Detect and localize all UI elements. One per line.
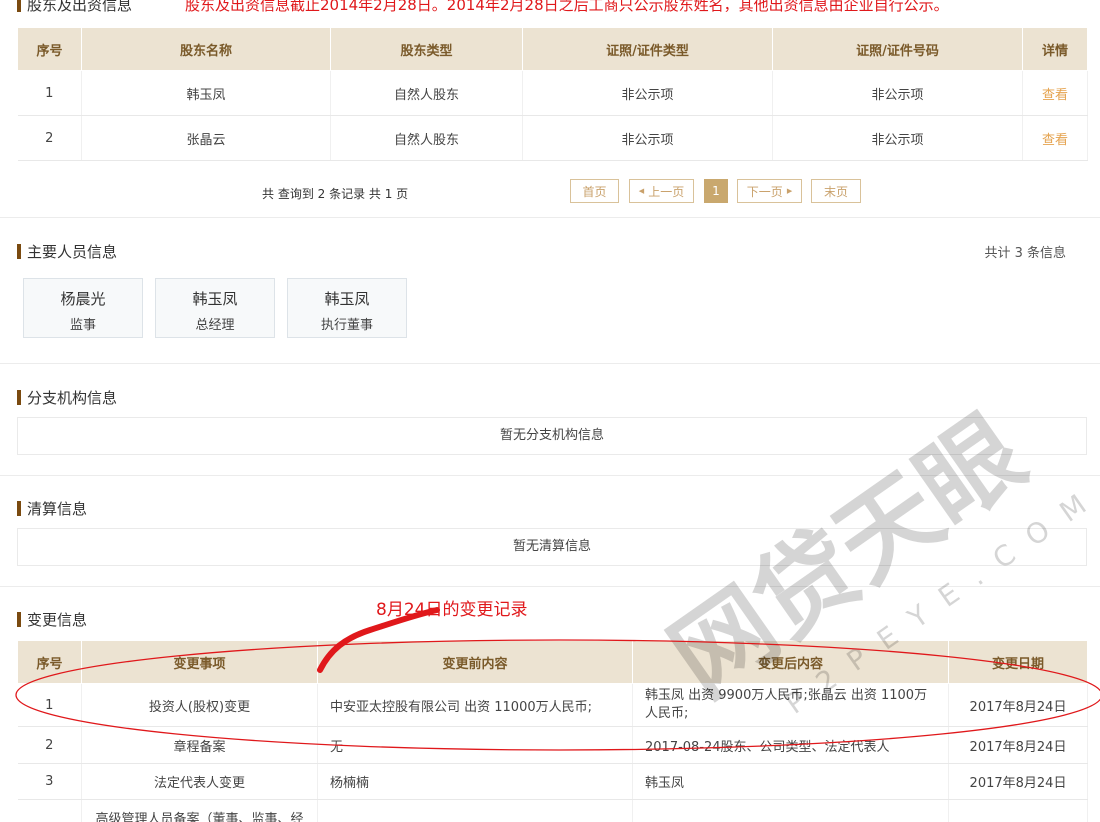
annotation-label: 8月24日的变更记录: [376, 600, 528, 620]
page-1-button[interactable]: 1: [704, 179, 728, 203]
cell-item: 章程备案: [81, 726, 318, 764]
table-header-row: 序号 变更事项 变更前内容 变更后内容 变更日期: [17, 640, 1088, 684]
changes-section-title: 变更信息: [17, 609, 87, 630]
table-row: 2 章程备案 无 2017-08-24股东、公司类型、法定代表人 2017年8月…: [17, 726, 1088, 764]
cell-before: 中安亚太控股有限公司 出资 11000万人民币;: [317, 683, 633, 727]
cell-no: 1: [17, 70, 82, 116]
section-marker: [17, 0, 21, 12]
person-name: 韩玉凤: [192, 290, 238, 308]
cell-no: 3: [17, 763, 82, 800]
table-row: 2 张晶云 自然人股东 非公示项 非公示项 查看: [17, 115, 1088, 161]
cell-item: 投资人(股权)变更: [81, 683, 318, 727]
cell-after: 韩玉凤: [632, 763, 949, 800]
col-header-date: 变更日期: [948, 640, 1088, 684]
last-page-button[interactable]: 末页: [811, 179, 861, 203]
cell-cert-no: 非公示项: [772, 115, 1023, 161]
liquidation-empty: 暂无清算信息: [17, 528, 1087, 566]
cell-type: 自然人股东: [330, 115, 523, 161]
col-header-detail: 详情: [1022, 27, 1088, 71]
view-detail-link[interactable]: 查看: [1042, 133, 1068, 148]
table-header-row: 序号 股东名称 股东类型 证照/证件类型 证照/证件号码 详情: [17, 27, 1088, 71]
cell-after: 韩玉凤 出资 9900万人民币;张晶云 出资 1100万人民币;: [632, 683, 949, 727]
personnel-count: 共计 3 条信息: [984, 246, 1066, 261]
pager-summary: 共 查询到 2 条记录 共 1 页: [262, 187, 409, 201]
person-name: 杨晨光: [60, 290, 106, 308]
cell-type: 自然人股东: [330, 70, 523, 116]
cell-date: 2017年8月24日: [948, 763, 1088, 800]
shareholders-table: 序号 股东名称 股东类型 证照/证件类型 证照/证件号码 详情 1 韩玉凤 自然…: [17, 27, 1088, 161]
section-divider: [0, 475, 1100, 476]
branches-title: 分支机构信息: [27, 389, 118, 407]
cell-no: 1: [17, 683, 82, 727]
shareholders-title: 股东及出资信息: [27, 0, 133, 14]
cell-date: [948, 799, 1088, 822]
col-header-item: 变更事项: [81, 640, 318, 684]
col-header-no: 序号: [17, 27, 82, 71]
cell-name: 张晶云: [81, 115, 331, 161]
person-card[interactable]: 杨晨光 监事: [23, 278, 143, 338]
person-role: 监事: [69, 318, 96, 333]
table-row: 高级管理人员备案（董事、监事、经: [17, 799, 1088, 822]
section-divider: [0, 217, 1100, 218]
cell-before: [317, 799, 633, 822]
liquidation-section-title: 清算信息: [17, 498, 87, 519]
caret-right-icon: ▶: [786, 187, 793, 195]
personnel-section-title: 主要人员信息: [17, 241, 117, 262]
person-name: 韩玉凤: [324, 290, 370, 308]
col-header-cert-type: 证照/证件类型: [522, 27, 773, 71]
cell-name: 韩玉凤: [81, 70, 331, 116]
cell-date: 2017年8月24日: [948, 683, 1088, 727]
table-row: 3 法定代表人变更 杨楠楠 韩玉凤 2017年8月24日: [17, 763, 1088, 800]
cell-date: 2017年8月24日: [948, 726, 1088, 764]
prev-page-label: 上一页: [648, 184, 685, 199]
col-header-name: 股东名称: [81, 27, 331, 71]
table-row: 1 韩玉凤 自然人股东 非公示项 非公示项 查看: [17, 70, 1088, 116]
col-header-before: 变更前内容: [317, 640, 633, 684]
person-role: 总经理: [195, 318, 235, 333]
cell-item: 高级管理人员备案（董事、监事、经: [81, 799, 318, 822]
col-header-cert-no: 证照/证件号码: [772, 27, 1023, 71]
section-divider: [0, 586, 1100, 587]
person-card[interactable]: 韩玉凤 总经理: [155, 278, 275, 338]
branches-empty: 暂无分支机构信息: [17, 417, 1087, 455]
cell-item: 法定代表人变更: [81, 763, 318, 800]
cell-before: 无: [317, 726, 633, 764]
prev-page-button[interactable]: ◀ 上一页: [629, 179, 694, 203]
section-divider: [0, 363, 1100, 364]
cell-cert-type: 非公示项: [522, 70, 773, 116]
cell-after: [632, 799, 949, 822]
cell-no: 2: [17, 726, 82, 764]
personnel-title: 主要人员信息: [27, 243, 118, 261]
col-header-after: 变更后内容: [632, 640, 949, 684]
shareholders-section-title: 股东及出资信息: [17, 0, 132, 15]
first-page-button[interactable]: 首页: [570, 179, 619, 203]
col-header-no: 序号: [17, 640, 82, 684]
cell-cert-type: 非公示项: [522, 115, 773, 161]
cell-no: [17, 799, 82, 822]
branches-section-title: 分支机构信息: [17, 387, 117, 408]
cell-after: 2017-08-24股东、公司类型、法定代表人: [632, 726, 949, 764]
cell-cert-no: 非公示项: [772, 70, 1023, 116]
section-marker: [17, 612, 21, 627]
section-marker: [17, 244, 21, 259]
cell-no: 2: [17, 115, 82, 161]
next-page-label: 下一页: [746, 184, 783, 199]
liquidation-title: 清算信息: [27, 500, 88, 518]
person-role: 执行董事: [320, 318, 373, 333]
changes-table: 序号 变更事项 变更前内容 变更后内容 变更日期 1 投资人(股权)变更 中安亚…: [17, 640, 1088, 822]
view-detail-link[interactable]: 查看: [1042, 88, 1068, 103]
col-header-type: 股东类型: [330, 27, 523, 71]
shareholders-note: 股东及出资信息截止2014年2月28日。2014年2月28日之后工商只公示股东姓…: [185, 0, 949, 14]
next-page-button[interactable]: 下一页 ▶: [737, 179, 802, 203]
section-marker: [17, 390, 21, 405]
caret-left-icon: ◀: [638, 187, 645, 195]
changes-title: 变更信息: [27, 611, 88, 629]
person-card[interactable]: 韩玉凤 执行董事: [287, 278, 407, 338]
section-marker: [17, 501, 21, 516]
cell-before: 杨楠楠: [317, 763, 633, 800]
table-row: 1 投资人(股权)变更 中安亚太控股有限公司 出资 11000万人民币; 韩玉凤…: [17, 683, 1088, 727]
